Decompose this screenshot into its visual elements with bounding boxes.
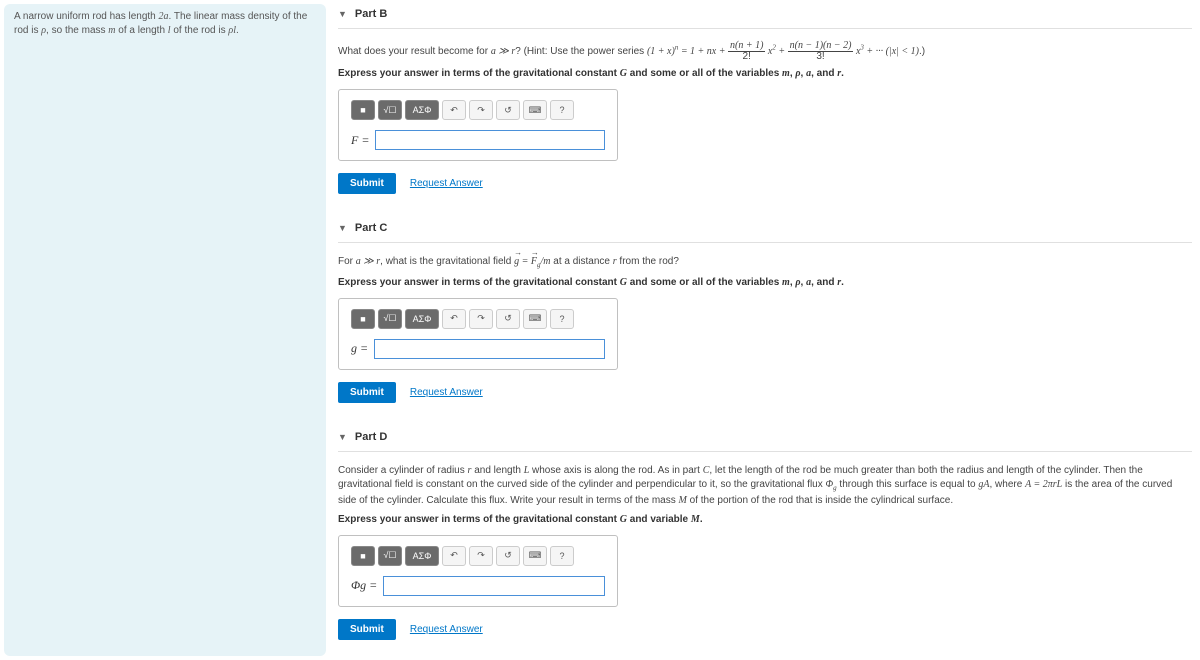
equation-toolbar: ■ √☐ ΑΣΦ ↶ ↷ ↺ ⌨ ? <box>351 546 605 566</box>
part-d-request-link[interactable]: Request Answer <box>410 624 483 635</box>
part-d-title: Part D <box>355 431 387 443</box>
help-button[interactable]: ? <box>550 546 574 566</box>
keyboard-button[interactable]: ⌨ <box>523 309 547 329</box>
part-c-input[interactable] <box>374 339 605 359</box>
part-c-header[interactable]: ▼ Part C <box>338 214 1192 243</box>
part-b-header[interactable]: ▼ Part B <box>338 0 1192 29</box>
part-c-request-link[interactable]: Request Answer <box>410 387 483 398</box>
part-c: ▼ Part C For a ≫ r, what is the gravitat… <box>338 214 1192 407</box>
part-d: ▼ Part D Consider a cylinder of radius r… <box>338 423 1192 644</box>
reset-button[interactable]: ↺ <box>496 309 520 329</box>
keyboard-button[interactable]: ⌨ <box>523 100 547 120</box>
part-d-label: Φg = <box>351 578 377 593</box>
equation-toolbar: ■ √☐ ΑΣΦ ↶ ↷ ↺ ⌨ ? <box>351 309 605 329</box>
part-b-submit-button[interactable]: Submit <box>338 173 396 194</box>
part-c-title: Part C <box>355 222 387 234</box>
redo-button[interactable]: ↷ <box>469 546 493 566</box>
greek-button[interactable]: ΑΣΦ <box>405 546 439 566</box>
part-b-input[interactable] <box>375 130 605 150</box>
sqrt-button[interactable]: √☐ <box>378 100 402 120</box>
part-d-submit-button[interactable]: Submit <box>338 619 396 640</box>
part-b-prompt: What does your result become for a ≫ r? … <box>338 41 1192 62</box>
part-d-header[interactable]: ▼ Part D <box>338 423 1192 452</box>
part-c-submit-button[interactable]: Submit <box>338 382 396 403</box>
templates-button[interactable]: ■ <box>351 100 375 120</box>
chevron-down-icon: ▼ <box>338 432 347 442</box>
part-b-answer-box: ■ √☐ ΑΣΦ ↶ ↷ ↺ ⌨ ? F = <box>338 89 618 161</box>
templates-button[interactable]: ■ <box>351 309 375 329</box>
reset-button[interactable]: ↺ <box>496 546 520 566</box>
undo-button[interactable]: ↶ <box>442 309 466 329</box>
equation-toolbar: ■ √☐ ΑΣΦ ↶ ↷ ↺ ⌨ ? <box>351 100 605 120</box>
part-b: ▼ Part B What does your result become fo… <box>338 0 1192 198</box>
greek-button[interactable]: ΑΣΦ <box>405 100 439 120</box>
redo-button[interactable]: ↷ <box>469 100 493 120</box>
part-d-input[interactable] <box>383 576 605 596</box>
keyboard-button[interactable]: ⌨ <box>523 546 547 566</box>
part-c-answer-box: ■ √☐ ΑΣΦ ↶ ↷ ↺ ⌨ ? g = <box>338 298 618 370</box>
undo-button[interactable]: ↶ <box>442 100 466 120</box>
help-button[interactable]: ? <box>550 309 574 329</box>
part-d-prompt: Consider a cylinder of radius r and leng… <box>338 464 1192 508</box>
problem-context: A narrow uniform rod has length 2a. The … <box>4 4 326 656</box>
sqrt-button[interactable]: √☐ <box>378 546 402 566</box>
part-d-express: Express your answer in terms of the grav… <box>338 514 1192 525</box>
part-b-request-link[interactable]: Request Answer <box>410 178 483 189</box>
chevron-down-icon: ▼ <box>338 223 347 233</box>
undo-button[interactable]: ↶ <box>442 546 466 566</box>
templates-button[interactable]: ■ <box>351 546 375 566</box>
part-b-label: F = <box>351 133 369 148</box>
help-button[interactable]: ? <box>550 100 574 120</box>
part-c-label: g = <box>351 341 368 356</box>
part-c-express: Express your answer in terms of the grav… <box>338 277 1192 288</box>
chevron-down-icon: ▼ <box>338 9 347 19</box>
part-b-title: Part B <box>355 8 387 20</box>
sqrt-button[interactable]: √☐ <box>378 309 402 329</box>
part-c-prompt: For a ≫ r, what is the gravitational fie… <box>338 255 1192 271</box>
part-b-express: Express your answer in terms of the grav… <box>338 68 1192 79</box>
reset-button[interactable]: ↺ <box>496 100 520 120</box>
greek-button[interactable]: ΑΣΦ <box>405 309 439 329</box>
redo-button[interactable]: ↷ <box>469 309 493 329</box>
part-d-answer-box: ■ √☐ ΑΣΦ ↶ ↷ ↺ ⌨ ? Φg = <box>338 535 618 607</box>
